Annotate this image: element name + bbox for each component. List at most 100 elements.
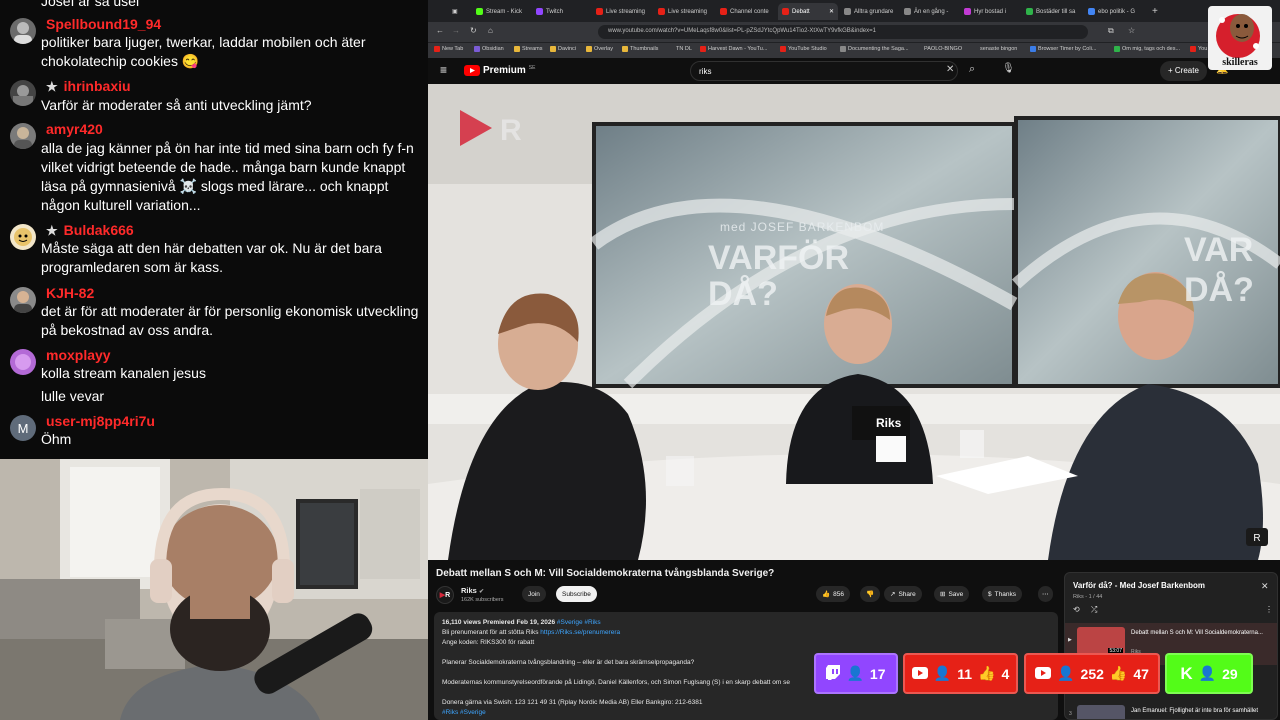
channel-avatar[interactable]: ▶ R [436,586,454,604]
loop-icon[interactable]: ⟲ [1073,605,1080,614]
bookmark[interactable]: Om mig, tags och des... [1114,46,1180,52]
home-icon[interactable]: ⌂ [488,26,493,35]
bookmark[interactable]: You [1190,46,1207,52]
browser-ctrl-icon[interactable]: ▣ [448,3,462,20]
tab[interactable]: ebo politik - G [1084,3,1142,20]
svg-text:R: R [500,114,522,147]
video-overlay-title-right: VAR DÅ? [1184,231,1254,309]
back-icon[interactable]: ← [436,26,444,35]
bookmark[interactable]: YouTube Studio [780,46,827,52]
bookmark[interactable]: senaste bingon [980,46,1017,52]
close-icon[interactable]: ✕ [1261,581,1269,592]
video-info: Debatt mellan S och M: Vill Socialdemokr… [428,560,1280,720]
playlist-meta: Riks - 1 / 44 [1073,594,1103,600]
chat-username[interactable]: amyr420 [46,121,103,137]
address-bar[interactable]: www.youtube.com/watch?v=UMeLaqsf8w0&list… [598,25,1088,39]
description-tags[interactable]: #Riks #Sverige [442,708,1050,718]
playlist-item[interactable]: 3 Jan Emanuel: Fjollighet är inte bra fö… [1065,705,1277,719]
menu-icon[interactable]: ≡ [440,63,447,77]
youtube-like-count: 47 [1133,665,1149,682]
chat-username[interactable]: user-mj8pp4ri7u [46,413,155,429]
star-icon: ★ [46,223,58,238]
save-button[interactable]: ⊞ Save [934,586,970,602]
bookmark[interactable]: Documenting the Saga... [840,46,909,52]
chat-message-text: Josef är så usel [41,0,140,9]
playlist-panel: Varför då? - Med Josef Barkenbom ✕ Riks … [1064,572,1278,720]
youtube-icon [782,8,789,15]
youtube-play-icon [464,65,480,76]
bookmark[interactable]: Browser Timer by Coli... [1030,46,1096,52]
bookmark[interactable]: Thumbnails [622,46,658,52]
bookmark[interactable]: Obsidian [474,46,504,52]
thanks-button[interactable]: $ Thanks [982,586,1022,602]
mic-icon[interactable]: 🎙 [1002,63,1015,74]
like-button[interactable]: 👍 856 [816,586,850,602]
tab[interactable]: Channel conte [716,3,774,20]
video-player[interactable]: R R med JOSEF BARKENBOM VARFÖR DÅ? VAR D… [428,84,1280,560]
tab[interactable]: Live streaming [592,3,650,20]
chat-message: KJH-82 det är för att moderater är för p… [0,283,428,343]
bookmark[interactable]: Overlay [586,46,613,52]
forward-icon[interactable]: → [452,26,460,35]
clear-search-icon[interactable]: ✕ [946,64,954,75]
youtube-icon [1035,666,1052,682]
tab[interactable]: Live streaming [654,3,712,20]
chat-message-text: alla de jag känner på ön har inte tid me… [41,140,414,213]
tab-active[interactable]: Debatt ✕ [778,3,838,20]
subscribe-button[interactable]: Subscribe [556,586,597,602]
search-input[interactable]: riks [690,61,958,81]
tab[interactable]: Hyr bostad i [960,3,1018,20]
chat-username[interactable]: ★ Buldak666 [46,222,134,239]
playlist-title[interactable]: Varför då? - Med Josef Barkenbom [1073,581,1205,590]
reload-icon[interactable]: ↻ [470,26,477,35]
bookmark[interactable]: New Tab [434,46,463,52]
share-button[interactable]: ↗ Share [884,586,922,602]
chat-message-text: det är för att moderater är för personli… [41,303,419,338]
bookmark[interactable]: TN DL [676,46,692,52]
join-button[interactable]: Join [522,586,546,602]
video-prop-label: Riks [876,416,902,430]
avatar [10,224,36,250]
avatar: M [10,415,36,441]
more-icon[interactable]: ⋯ [1038,586,1053,602]
chat-username[interactable]: ★ ihrinbaxiu [46,78,131,95]
description-meta: 16,110 views Premiered Feb 19, 2026 #Sve… [442,619,601,626]
bookmark-star-icon[interactable]: ☆ [1128,26,1135,35]
browser-window: ▣ Stream - Kick Twitch Live streaming Li… [428,0,1280,720]
page-icon [904,8,911,15]
youtube-icon [596,8,603,15]
tab[interactable]: Än en gång - [900,3,956,20]
youtube-counter-2: 👤 252 👍 47 [1024,653,1160,694]
close-icon[interactable]: ✕ [829,8,834,15]
tab[interactable]: Stream - Kick [472,3,528,20]
tab[interactable]: Alltra grundare [840,3,896,20]
bookmark[interactable]: PAOLO-BINGO [924,46,962,52]
youtube-viewer-count: 252 [1080,665,1104,682]
create-button[interactable]: + Create [1160,61,1207,81]
shuffle-icon[interactable]: ⤮ [1091,605,1097,615]
bookmark[interactable]: Streams [514,46,542,52]
tab[interactable]: Bostäder till sa [1022,3,1080,20]
bookmark[interactable]: Davinci [550,46,576,52]
bookmark[interactable]: Harvest Dawn - YouTu... [700,46,767,52]
channel-name[interactable]: Riks ✔ [461,586,484,595]
tab[interactable]: Twitch [532,3,588,20]
new-tab-icon[interactable]: + [1148,3,1162,20]
youtube-logo[interactable]: Premium SE [464,65,535,76]
avatar [10,123,36,149]
chat-message: M user-mj8pp4ri7u Öhm [0,411,428,451]
extensions-icon[interactable]: ⧉ [1108,26,1114,36]
bookmark-icon [1114,46,1120,52]
chat-username[interactable]: moxplayy [46,347,111,363]
more-vert-icon[interactable]: ⋮ [1265,605,1273,614]
page-icon [1026,8,1033,15]
page-icon [844,8,851,15]
chat-username[interactable]: KJH-82 [46,285,94,301]
dislike-button[interactable]: 👎 [860,586,881,602]
chat-username[interactable]: Spellbound19_94 [46,16,161,32]
chat-message-text: Varför är moderater så anti utveckling j… [41,97,312,113]
search-icon[interactable]: ⌕ [969,63,975,76]
thumbs-up-icon: 👍 [822,591,831,598]
playlist-thumbnail [1077,705,1125,719]
youtube-viewer-count: 11 [957,665,972,682]
